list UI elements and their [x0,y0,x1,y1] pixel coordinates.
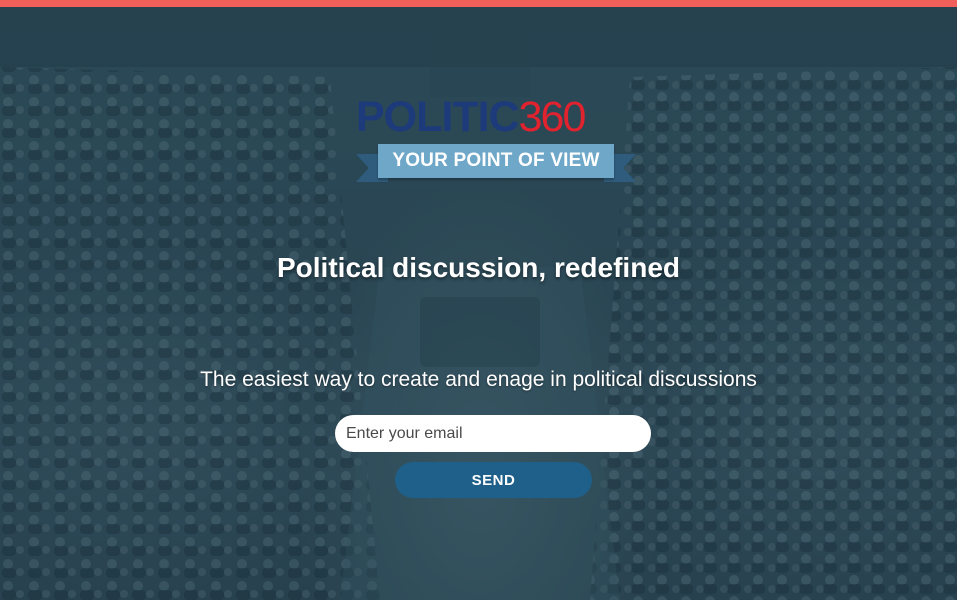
hero-subheadline: The easiest way to create and enage in p… [200,368,757,391]
send-button[interactable]: SEND [395,462,592,498]
logo-number: 360 [518,93,587,141]
email-input[interactable] [335,415,651,452]
logo-word: POLITIC [356,93,520,141]
top-accent-bar [0,0,957,7]
politic360-logo[interactable]: POLITIC360 YOUR POINT OF VIEW [356,94,636,194]
tagline-ribbon: YOUR POINT OF VIEW [356,144,636,184]
hero-headline: Political discussion, redefined [277,252,680,283]
logo-wordmark: POLITIC360 [356,93,587,141]
tagline-text: YOUR POINT OF VIEW [378,144,614,178]
